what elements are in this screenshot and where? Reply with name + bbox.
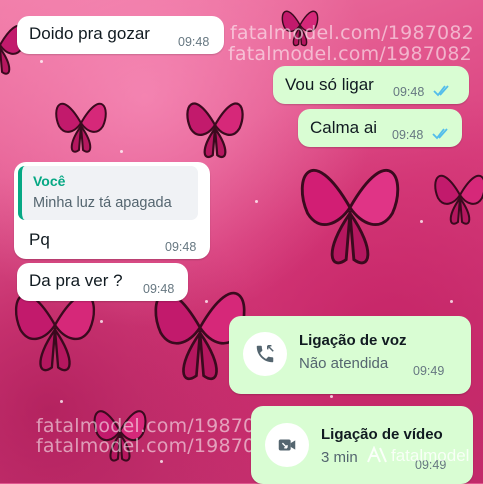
watermark-text: fatalmodel.com/1987082 <box>230 22 474 44</box>
watermark-text: fatalmodel.com/1987082 <box>36 435 280 457</box>
message-text: Da pra ver ? <box>29 271 123 290</box>
sparkle <box>40 60 43 63</box>
quoted-message[interactable]: Você Minha luz tá apagada <box>18 166 198 220</box>
butterfly-icon <box>300 168 400 265</box>
message-time: 09:48 <box>178 35 210 49</box>
message-time: 09:49 <box>413 364 445 378</box>
call-status: Não atendida <box>299 355 389 372</box>
call-log-bubble-video[interactable]: Ligação de vídeo 3 min 09:49 <box>251 406 473 484</box>
message-time: 09:48 <box>393 85 425 99</box>
phone-missed-icon <box>243 332 287 376</box>
sparkle <box>450 300 453 303</box>
quoted-text: Minha luz tá apagada <box>33 195 172 211</box>
sparkle <box>420 220 423 223</box>
logo-icon <box>367 445 387 463</box>
message-bubble-outgoing[interactable]: Vou só ligar 09:48 <box>273 66 469 104</box>
video-camera-icon <box>265 423 309 467</box>
watermark-text: fatalmodel.com/1987082 <box>36 415 280 437</box>
read-ticks-icon <box>433 85 449 97</box>
message-time: 09:48 <box>143 282 175 296</box>
message-bubble-incoming[interactable]: Da pra ver ? 09:48 <box>17 263 188 301</box>
message-text: Calma ai <box>310 118 378 137</box>
quoted-author: Você <box>33 173 66 189</box>
call-duration: 3 min <box>321 449 358 466</box>
call-log-bubble-voice[interactable]: Ligação de voz Não atendida 09:49 <box>229 316 471 394</box>
message-text: Vou só ligar <box>285 75 374 94</box>
message-bubble-outgoing[interactable]: Calma ai 09:48 <box>298 109 462 147</box>
sparkle <box>60 400 63 403</box>
message-bubble-incoming[interactable]: Doido pra gozar 09:48 <box>17 16 224 54</box>
message-bubble-incoming-reply[interactable]: Você Minha luz tá apagada Pq 09:48 <box>14 162 210 259</box>
watermark-text: fatalmodel.com/1987082 <box>228 43 472 65</box>
message-time: 09:48 <box>165 240 197 254</box>
watermark-logo: fatalmodel <box>366 445 470 466</box>
butterfly-icon <box>434 174 483 225</box>
watermark-logo-text: fatalmodel <box>391 446 470 465</box>
sparkle <box>120 150 123 153</box>
message-text: Pq <box>29 230 50 249</box>
message-text: Doido pra gozar <box>29 24 150 43</box>
sparkle <box>255 200 258 203</box>
read-ticks-icon <box>432 128 448 140</box>
message-time: 09:48 <box>392 128 424 142</box>
butterfly-icon <box>186 102 244 158</box>
sparkle <box>160 460 163 463</box>
call-title: Ligação de vídeo <box>321 426 443 443</box>
call-title: Ligação de voz <box>299 332 407 349</box>
butterfly-icon <box>55 102 107 153</box>
sparkle <box>330 395 333 398</box>
